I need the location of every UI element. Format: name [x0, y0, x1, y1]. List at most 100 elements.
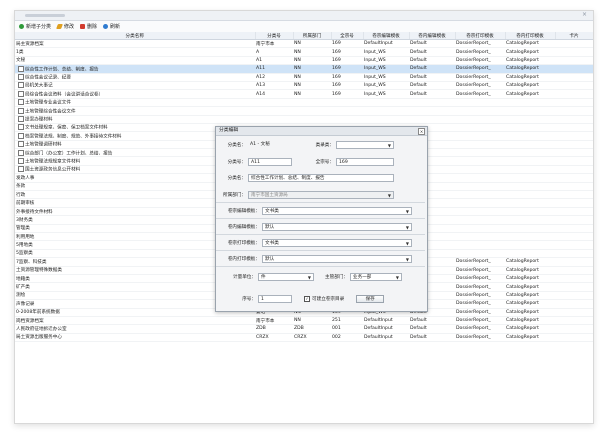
row-checkbox-icon[interactable] [18, 132, 24, 139]
archive-type-select[interactable]: ▼ [336, 140, 394, 149]
supervisor-dept-label: 主管部门： [325, 274, 348, 280]
seq-field[interactable]: 1 [258, 294, 292, 303]
column-header[interactable]: 卡片 [555, 32, 593, 40]
edit-button[interactable]: 修改 [56, 23, 74, 30]
column-header[interactable]: 卷内编辑模板 [409, 32, 456, 40]
name-field[interactable]: 综合性工作计划、总结、制度、报告 [248, 173, 394, 182]
add-subcategory-button[interactable]: 新增子分类 [19, 23, 51, 30]
row-name: 文秘 [16, 58, 26, 64]
row-checkbox-icon[interactable] [18, 99, 24, 106]
column-header[interactable]: 卷宗打印模板 [455, 32, 506, 40]
table-cell [505, 123, 555, 133]
title-bar: × [15, 11, 593, 21]
table-row[interactable]: 局机关大事记 A13 NN 169 Input_WS Default DossierRepo… [15, 81, 593, 91]
row-checkbox-icon[interactable] [18, 82, 24, 89]
table-cell [555, 274, 593, 284]
table-cell [455, 232, 505, 242]
table-row[interactable]: 局主资源档案 南宁市本 NN 169 DefaultInput Default Dossie… [15, 39, 593, 49]
table-cell [363, 106, 409, 116]
table-row[interactable]: 土地管理专业会议文件 [15, 98, 593, 108]
table-cell [293, 115, 331, 124]
window-close-icon[interactable]: × [582, 11, 587, 18]
row-checkbox-icon[interactable] [18, 141, 24, 148]
table-cell: DossierReport_ [455, 257, 505, 267]
dossier-print-template-label: 卷宗打印模板： [227, 240, 260, 246]
row-name: 文书处理规章、保密、保卫档案文件材料 [25, 125, 108, 131]
table-cell: 文秘 [15, 56, 255, 66]
dept-select[interactable]: 南宁市国土资源局 ▼ [248, 190, 394, 199]
row-checkbox-icon[interactable] [18, 166, 24, 173]
table-cell [409, 106, 455, 116]
table-cell: CatalogReport [505, 89, 555, 99]
dossier-edit-template-select[interactable]: 文书类 ▼ [262, 206, 412, 215]
unit-select[interactable]: 件 ▼ [258, 272, 314, 281]
table-cell: 岗档资源档案 [15, 316, 255, 326]
table-cell: 1类 [15, 47, 255, 57]
table-cell [505, 140, 555, 150]
row-checkbox-icon[interactable] [18, 124, 24, 131]
table-cell [555, 73, 593, 82]
table-row[interactable]: 人民政府征地拆迁办公室 ZDB ZDB 001 DefaultInput Default D… [15, 324, 593, 334]
row-checkbox-icon[interactable] [18, 149, 24, 156]
row-name: 5监察类 [16, 251, 33, 257]
table-row[interactable]: 文秘 A1 NN 169 Input_WS Default DossierReport_ Ca… [15, 56, 593, 66]
row-name: 档案管理法规、制度、规范、外事接待文件材料 [25, 134, 122, 140]
table-cell: Default [409, 81, 455, 91]
column-header[interactable]: 卷内打印模板 [505, 32, 556, 40]
supervisor-dept-select[interactable]: 业务一部 ▼ [350, 272, 402, 281]
row-name: 地籍类 [16, 276, 30, 282]
table-row[interactable]: 综合性工作计划、总结、制度、报告 A11 NN 169 Input_WS Default D… [15, 64, 593, 74]
table-cell: A1 [255, 56, 293, 66]
code-field[interactable]: A11 [248, 157, 292, 166]
create-dossier-label: 可建立卷宗目录 [312, 296, 345, 302]
table-cell [255, 115, 293, 124]
table-row[interactable]: 岗档资源档案 南宁市本 NN 251 DefaultInput Default Dossie… [15, 316, 593, 326]
fonds-field[interactable]: 169 [336, 157, 394, 166]
table-cell: 局综合性会议资料（会议讲话合议卷） [15, 89, 255, 99]
table-cell [331, 106, 363, 116]
table-cell: NN [293, 47, 331, 57]
table-cell: Input_WS [363, 81, 409, 91]
row-checkbox-icon[interactable] [18, 90, 24, 97]
table-cell [455, 123, 505, 133]
row-checkbox-icon[interactable] [18, 157, 24, 164]
table-cell: 土地管理综合性会议文件 [15, 106, 255, 116]
table-row[interactable]: 1类 A NN 169 Input_WS Default DossierReport_ Cat… [15, 47, 593, 57]
column-header[interactable]: 分类号 [255, 32, 294, 40]
create-dossier-checkbox[interactable]: ✓ 可建立卷宗目录 [304, 295, 345, 302]
table-cell [505, 156, 555, 166]
table-row[interactable]: 局综合性会议资料（会议讲话合议卷） A14 NN 169 Input_WS Default… [15, 89, 593, 99]
dropdown-arrow-icon: ▼ [405, 224, 409, 230]
file-edit-template-select[interactable]: 默认 ▼ [262, 222, 412, 231]
column-header[interactable]: 所属部门 [293, 32, 332, 40]
table-row[interactable]: 局土资源出版服务中心 CRZX CRZX 002 DefaultInput Default… [15, 333, 593, 343]
dossier-print-template-select[interactable]: 文书类 ▼ [262, 238, 412, 247]
table-cell: 002 [331, 333, 363, 343]
checkbox-checked-icon: ✓ [304, 295, 310, 302]
file-print-template-select[interactable]: 默认 ▼ [262, 254, 412, 263]
column-header[interactable]: 卷宗编辑模板 [363, 32, 410, 40]
table-row[interactable]: 提案办理材料 [15, 115, 593, 124]
table-cell [455, 198, 505, 208]
row-name: 管理类 [16, 226, 30, 232]
column-header[interactable]: 分类名称 [15, 32, 256, 40]
window-title-placeholder [25, 14, 65, 17]
row-checkbox-icon[interactable] [18, 65, 24, 72]
row-checkbox-icon[interactable] [18, 107, 24, 114]
table-cell: CatalogReport [505, 257, 555, 267]
table-cell: DossierReport_ [455, 56, 505, 66]
refresh-button[interactable]: 刷新 [103, 23, 120, 30]
table-cell [555, 198, 593, 208]
table-row[interactable]: 综合性会议记录、纪要 A12 NN 169 Input_WS Default Dossier… [15, 73, 593, 82]
table-row[interactable]: 土地管理综合性会议文件 [15, 106, 593, 116]
table-cell [409, 98, 455, 108]
save-button[interactable]: 保存 [356, 294, 385, 303]
table-cell [555, 257, 593, 267]
row-checkbox-icon[interactable] [18, 115, 24, 122]
column-header[interactable]: 全宗号 [331, 32, 364, 40]
delete-button[interactable]: 删除 [80, 23, 97, 30]
table-cell: Default [409, 333, 455, 343]
dialog-close-icon[interactable]: × [418, 128, 425, 135]
row-checkbox-icon[interactable] [18, 74, 24, 80]
row-name: 局综合性会议资料（会议讲话合议卷） [25, 92, 104, 98]
